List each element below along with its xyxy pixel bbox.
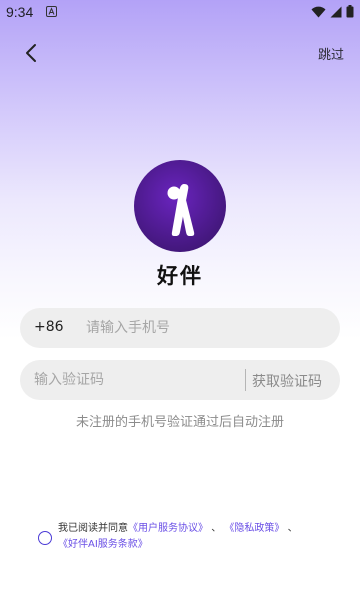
status-icons xyxy=(311,5,354,18)
code-field-container: 获取验证码 xyxy=(20,360,340,400)
agreement-prefix: 我已阅读并同意 xyxy=(58,523,128,534)
phone-field-container: +86 xyxy=(20,308,340,348)
agreement-separator: 、 xyxy=(287,523,298,534)
agreement-text: 我已阅读并同意《用户服务协议》 、 《隐私政策》 、 《好伴AI服务条款》 xyxy=(58,521,328,553)
get-code-button[interactable]: 获取验证码 xyxy=(252,371,322,391)
wifi-icon xyxy=(311,6,326,18)
agreement-checkbox[interactable] xyxy=(38,531,52,545)
app-logo-icon xyxy=(167,184,195,236)
country-code[interactable]: +86 xyxy=(34,319,64,335)
agreement-separator: 、 xyxy=(211,523,222,534)
back-button[interactable] xyxy=(18,40,44,66)
app-name: 好伴 xyxy=(157,264,203,288)
status-time: 9:34 xyxy=(6,4,34,20)
register-hint: 未注册的手机号验证通过后自动注册 xyxy=(75,415,284,430)
phone-input[interactable] xyxy=(86,308,326,348)
a-square-icon xyxy=(46,6,57,17)
ai-terms-link[interactable]: 《好伴AI服务条款》 xyxy=(58,539,148,550)
verification-code-input[interactable] xyxy=(34,360,244,400)
signal-icon xyxy=(330,6,342,17)
status-bar: 9:34 xyxy=(0,0,360,24)
app-logo xyxy=(134,160,226,252)
user-agreement-link[interactable]: 《用户服务协议》 xyxy=(128,523,208,534)
privacy-policy-link[interactable]: 《隐私政策》 xyxy=(224,523,284,534)
field-divider xyxy=(245,369,246,391)
battery-icon xyxy=(346,5,354,18)
skip-button[interactable]: 跳过 xyxy=(318,44,344,63)
chevron-left-icon xyxy=(26,44,36,62)
